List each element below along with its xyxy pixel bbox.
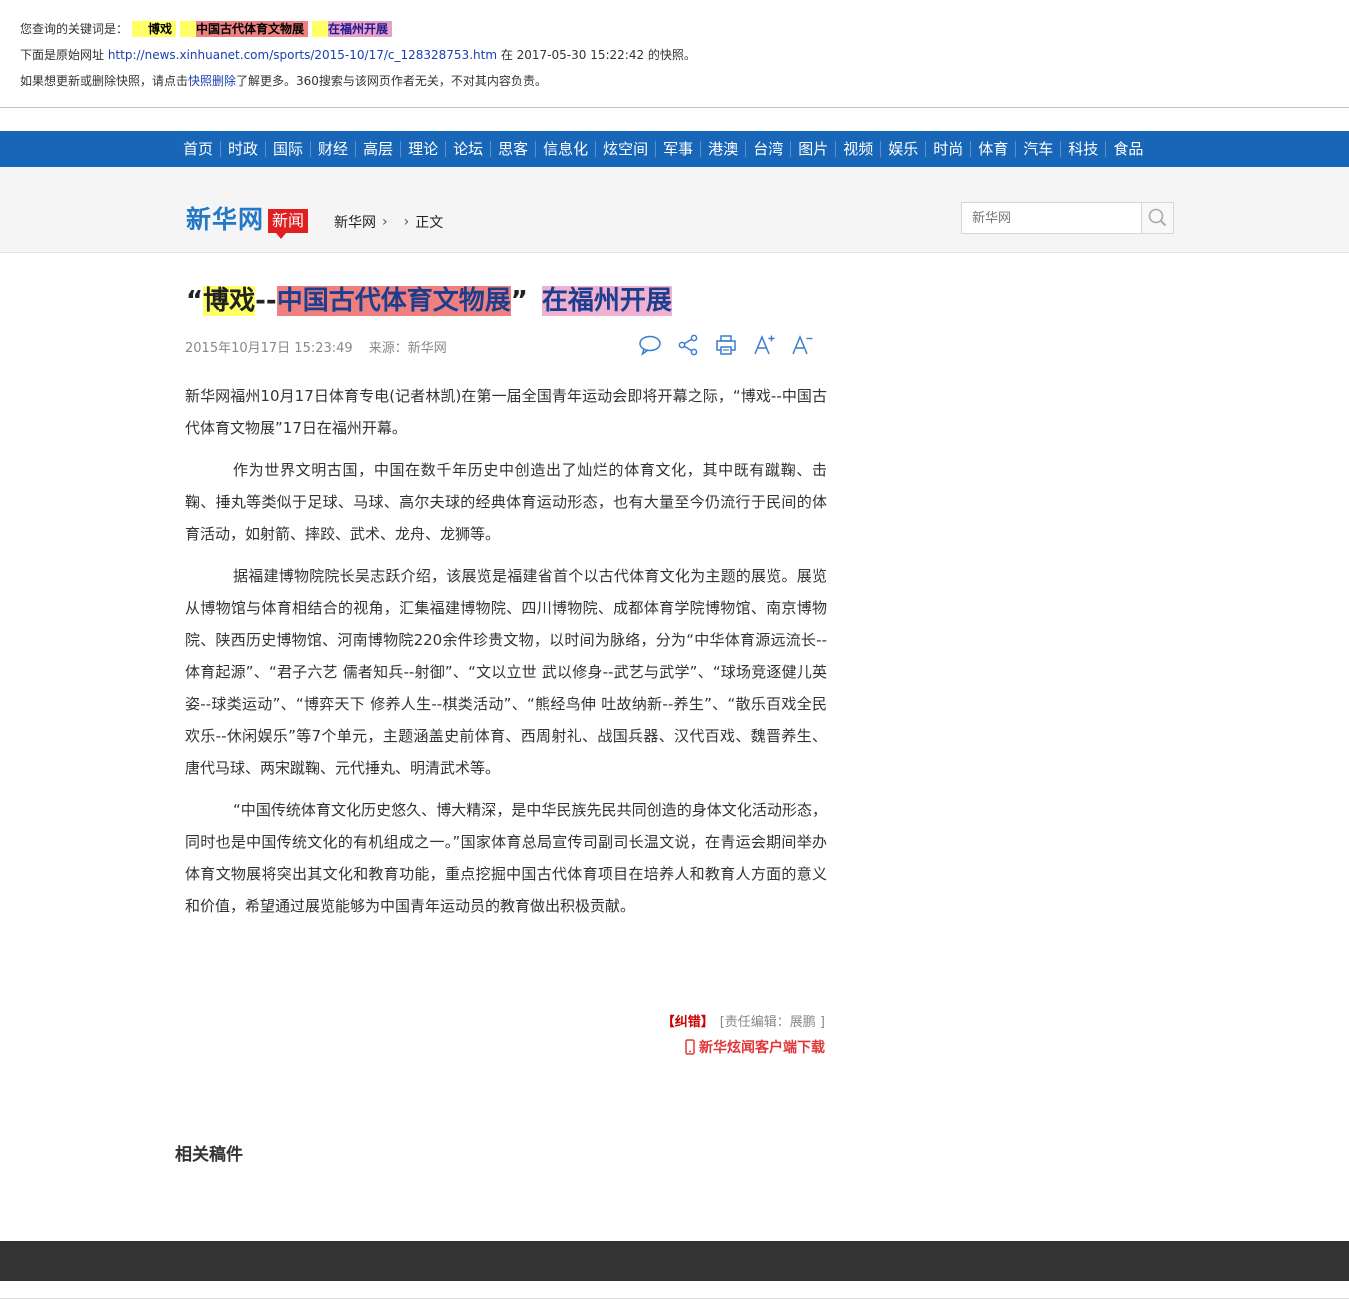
original-url-link[interactable]: http://news.xinhuanet.com/sports/2015-10… [108,48,497,62]
related-articles-heading: 相关稿件 [175,1145,243,1165]
title-quote-close: ” [510,286,528,316]
keywords-prefix: 您查询的关键词是： [20,22,129,36]
top-nav: 首页 时政 国际 财经 高层 理论 论坛 思客 信息化 炫空间 军事 港澳 台湾… [0,131,1349,167]
article-source: 来源：新华网 [368,341,447,356]
nav-item[interactable]: 论坛 [445,141,490,157]
nav-item[interactable]: 思客 [490,141,535,157]
nav-item[interactable]: 首页 [176,141,220,157]
article-paragraph: “中国传统体育文化历史悠久、博大精深，是中华民族先民共同创造的身体文化活动形态，… [185,801,827,915]
keyword-3: 在福州开展 [312,21,393,37]
keyword-2: 中国古代体育文物展 [180,21,309,37]
footer-divider [0,1298,1349,1299]
nav-item[interactable]: 理论 [400,141,445,157]
keywords-line: 您查询的关键词是： 博戏 中国古代体育文物展 在福州开展 [20,20,393,37]
nav-item[interactable]: 台湾 [745,141,790,157]
nav-item[interactable]: 图片 [790,141,835,157]
article-body: 新华网福州10月17日体育专电(记者林凯)在第一届全国青年运动会即将开幕之际，“… [185,380,827,932]
nav-item[interactable]: 港澳 [700,141,745,157]
nav-item[interactable]: 信息化 [535,141,595,157]
article-paragraph: 作为世界文明古国，中国在数千年历史中创造出了灿烂的体育文化，其中既有蹴鞠、击鞠、… [185,461,827,543]
article-meta: 2015年10月17日 15:23:49 来源：新华网 [185,337,447,356]
title-dash: -- [255,286,277,316]
phone-icon [685,1039,695,1055]
disclaimer-prefix: 如果想更新或删除快照，请点击 [20,74,189,88]
nav-item[interactable]: 时政 [220,141,265,157]
search-icon [1148,208,1167,227]
editor-name: [责任编辑：展鹏 ] [719,1015,825,1030]
url-prefix: 下面是原始网址 [20,48,108,62]
print-icon[interactable] [714,333,738,357]
share-icon[interactable] [676,333,700,357]
nav-item[interactable]: 视频 [835,141,880,157]
disclaimer-suffix: 了解更多。360搜索与该网页作者无关，不对其内容负责。 [236,74,547,88]
nav-item[interactable]: 娱乐 [880,141,925,157]
error-report-link[interactable]: 【纠错】 [662,1015,714,1030]
nav-list: 首页 时政 国际 财经 高层 理论 论坛 思客 信息化 炫空间 军事 港澳 台湾… [176,131,1150,167]
search-input[interactable] [962,203,1142,233]
nav-item[interactable]: 高层 [355,141,400,157]
article-tools [638,333,814,357]
font-decrease-icon[interactable] [790,333,814,357]
chevron-right-icon: › [403,214,410,230]
app-download-link[interactable]: 新华炫闻客户端下载 [685,1037,825,1057]
nav-item[interactable]: 炫空间 [595,141,655,157]
title-keyword-3: 在福州开展 [541,286,672,316]
site-header: 新华网 新闻 新华网 › › 正文 [0,167,1349,253]
disclaimer-line: 如果想更新或删除快照，请点击快照删除了解更多。360搜索与该网页作者无关，不对其… [20,72,547,89]
nav-item[interactable]: 汽车 [1015,141,1060,157]
breadcrumb-home[interactable]: 新华网 [334,212,376,232]
article-paragraph: 据福建博物院院长吴志跃介绍，该展览是福建省首个以古代体育文化为主题的展览。展览从… [185,567,827,777]
article-title: “博戏--中国古代体育文物展” 在福州开展 [186,284,672,318]
breadcrumb: 新华网 › › 正文 [334,212,443,232]
search-button[interactable] [1141,203,1173,233]
article-paragraph: 新华网福州10月17日体育专电(记者林凯)在第一届全国青年运动会即将开幕之际，“… [185,387,827,437]
nav-item[interactable]: 体育 [970,141,1015,157]
snapshot-time: 在 2017-05-30 15:22:42 的快照。 [497,48,696,62]
title-keyword-1: 博戏 [203,286,256,316]
app-download-label: 新华炫闻客户端下载 [699,1040,825,1056]
title-keyword-2: 中国古代体育文物展 [276,286,511,316]
chevron-right-icon: › [382,214,388,230]
news-badge: 新闻 [268,209,309,239]
footer-bar [0,1241,1349,1281]
keyword-1: 博戏 [132,21,177,37]
article-date: 2015年10月17日 15:23:49 [185,341,353,356]
site-logo[interactable]: 新华网 [186,205,264,235]
title-quote-open: “ [186,286,204,316]
nav-item[interactable]: 财经 [310,141,355,157]
font-increase-icon[interactable] [752,333,776,357]
comment-icon[interactable] [638,333,662,357]
nav-item[interactable]: 军事 [655,141,700,157]
nav-item[interactable]: 食品 [1105,141,1150,157]
editor-info: 【纠错】 [责任编辑：展鹏 ] [662,1011,825,1030]
nav-item[interactable]: 科技 [1060,141,1105,157]
original-url-line: 下面是原始网址 http://news.xinhuanet.com/sports… [20,46,696,63]
nav-item[interactable]: 时尚 [925,141,970,157]
snapshot-banner: 您查询的关键词是： 博戏 中国古代体育文物展 在福州开展 下面是原始网址 http:/… [0,0,1349,108]
nav-item[interactable]: 国际 [265,141,310,157]
breadcrumb-current: 正文 [415,215,444,231]
search-box [961,202,1174,234]
snapshot-delete-link[interactable]: 快照删除 [188,74,236,88]
